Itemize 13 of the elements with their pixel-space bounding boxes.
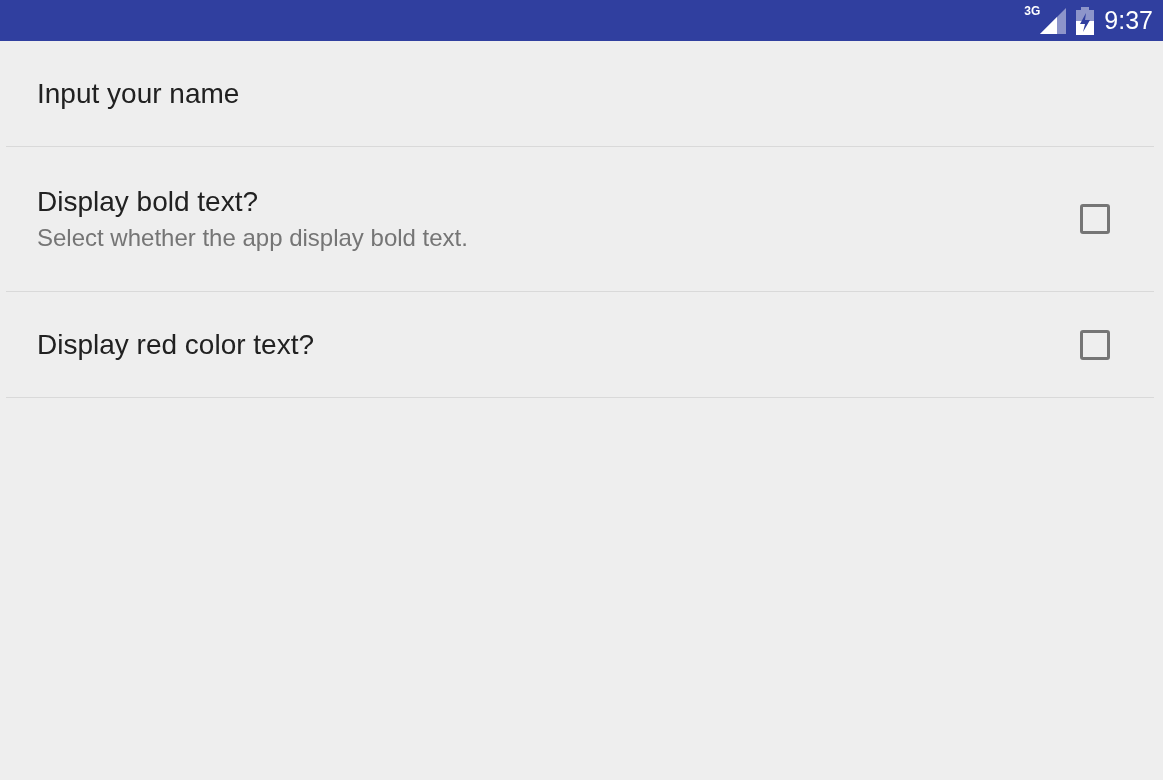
preference-item[interactable]: Display red color text? xyxy=(6,292,1154,398)
clock-time: 9:37 xyxy=(1104,6,1153,35)
checkbox[interactable] xyxy=(1080,204,1110,234)
preference-title: Display red color text? xyxy=(37,328,315,361)
preference-summary: Select whether the app display bold text. xyxy=(37,224,469,252)
network-type: 3G xyxy=(1024,4,1041,18)
preference-title: Input your name xyxy=(37,77,241,110)
signal-icon xyxy=(1040,7,1067,34)
preference-title: Display bold text? xyxy=(37,186,259,218)
battery-charging-icon xyxy=(1076,6,1095,35)
checkbox[interactable] xyxy=(1080,329,1110,360)
preference-item[interactable]: Display bold text? Select whether the app display bold text. xyxy=(6,147,1154,292)
preference-item[interactable]: Input your name xyxy=(6,41,1154,147)
